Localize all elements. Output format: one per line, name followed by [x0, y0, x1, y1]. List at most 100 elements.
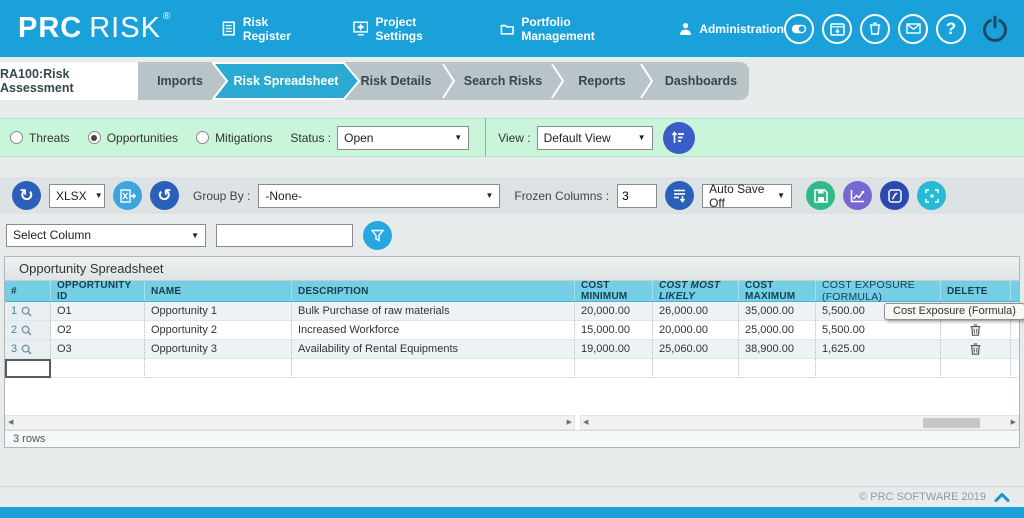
empty-cell[interactable]: [292, 359, 575, 378]
column-header-name[interactable]: NAME: [145, 281, 292, 301]
risk-type-filter-bar: Threats Opportunities Mitigations Status…: [0, 118, 1024, 157]
cell-cost-exposure[interactable]: 1,625.00: [816, 340, 941, 359]
cell-filler: [1011, 321, 1019, 340]
line-chart-icon: [850, 189, 865, 202]
empty-cell[interactable]: [739, 359, 816, 378]
copy-down-button[interactable]: [665, 181, 695, 210]
document-icon: [222, 21, 236, 36]
help-button[interactable]: ?: [936, 13, 966, 44]
tab-risk-spreadsheet-active[interactable]: Risk Spreadsheet: [212, 62, 360, 100]
scroll-left-arrow[interactable]: ◀: [583, 419, 588, 426]
group-by-select[interactable]: -None-: [258, 183, 501, 208]
radio-opportunities[interactable]: Opportunities: [87, 131, 178, 145]
autosave-select[interactable]: Auto Save Off: [702, 182, 793, 210]
frozen-pane-scrollbar[interactable]: ◀ ▶: [5, 415, 575, 430]
column-header-cost-minimum[interactable]: COST MINIMUM: [575, 280, 653, 302]
cell-cost-minimum[interactable]: 19,000.00: [575, 340, 653, 359]
nav-project-settings[interactable]: Project Settings: [353, 15, 464, 43]
cell-cost-maximum[interactable]: 25,000.00: [739, 321, 816, 340]
cell-cost-maximum[interactable]: 38,900.00: [739, 340, 816, 359]
cell-name[interactable]: Opportunity 2: [145, 321, 292, 340]
empty-cell[interactable]: [941, 359, 1011, 378]
column-header-cost-most-likely[interactable]: COST MOST LIKELY: [653, 280, 739, 302]
chart-view-button[interactable]: [843, 181, 873, 210]
delete-row-button[interactable]: [970, 324, 981, 336]
column-header-filler: [1011, 281, 1019, 301]
empty-cell[interactable]: [653, 359, 739, 378]
refresh-icon: ↻: [19, 186, 34, 205]
logo-prc: PRC: [18, 12, 83, 44]
nav-portfolio-management[interactable]: Portfolio Management: [500, 15, 643, 43]
tab-project-risk-assessment[interactable]: RA100:Risk Assessment: [0, 62, 138, 100]
cell-description[interactable]: Availability of Rental Equipments: [292, 340, 575, 359]
save-button[interactable]: [806, 181, 836, 210]
cell-description[interactable]: Increased Workforce: [292, 321, 575, 340]
cell-description[interactable]: Bulk Purchase of raw materials: [292, 302, 575, 321]
scroll-right-arrow[interactable]: ▶: [1011, 419, 1016, 426]
empty-cell[interactable]: [816, 359, 941, 378]
export-format-select[interactable]: XLSX: [49, 183, 105, 208]
radio-mitigations[interactable]: Mitigations: [196, 131, 272, 145]
column-header-description[interactable]: DESCRIPTION: [292, 281, 575, 301]
apply-filter-button[interactable]: [363, 220, 392, 250]
cell-cost-most-likely[interactable]: 26,000.00: [653, 302, 739, 321]
refresh-button[interactable]: ↻: [12, 181, 41, 210]
cell-cost-minimum[interactable]: 15,000.00: [575, 321, 653, 340]
cell-cost-maximum[interactable]: 35,000.00: [739, 302, 816, 321]
cell-cost-minimum[interactable]: 20,000.00: [575, 302, 653, 321]
tab-risk-details[interactable]: Risk Details: [350, 62, 442, 100]
nav-label: Portfolio Management: [521, 14, 595, 43]
tab-imports[interactable]: Imports: [138, 62, 222, 100]
recycle-bin-button[interactable]: [860, 13, 890, 44]
messages-button[interactable]: [898, 13, 928, 44]
scroll-right-arrow[interactable]: ▶: [567, 419, 572, 426]
delete-row-button[interactable]: [970, 343, 981, 355]
collapse-footer-button[interactable]: [994, 492, 1010, 503]
theme-toggle-button[interactable]: [784, 13, 814, 44]
logout-power-button[interactable]: [978, 12, 1012, 46]
cell-opportunity-id[interactable]: O3: [51, 340, 145, 359]
cell-opportunity-id[interactable]: O1: [51, 302, 145, 321]
spreadsheet-header-row: # OPPORTUNITY ID NAME DESCRIPTION COST M…: [5, 279, 1019, 303]
sort-views-button[interactable]: [662, 121, 695, 154]
status-select[interactable]: Open: [337, 125, 470, 150]
row-expand-cell[interactable]: 1: [5, 302, 51, 321]
scroll-left-arrow[interactable]: ◀: [8, 419, 13, 426]
undo-button[interactable]: ↺: [150, 181, 179, 210]
tab-dashboards[interactable]: Dashboards: [653, 62, 749, 100]
scrollbar-thumb[interactable]: [923, 418, 980, 428]
import-window-button[interactable]: [822, 13, 852, 44]
tab-reports[interactable]: Reports: [564, 62, 640, 100]
cell-cost-most-likely[interactable]: 20,000.00: [653, 321, 739, 340]
radio-threats[interactable]: Threats: [10, 131, 70, 145]
frozen-columns-input[interactable]: [617, 183, 658, 208]
view-select[interactable]: Default View: [536, 125, 653, 150]
select-region-button[interactable]: [917, 181, 947, 210]
column-header-cost-maximum[interactable]: COST MAXIMUM: [739, 280, 816, 302]
column-header-cost-exposure[interactable]: COST EXPOSURE (FORMULA): [816, 279, 941, 303]
cell-name[interactable]: Opportunity 3: [145, 340, 292, 359]
cell-cost-exposure[interactable]: 5,500.00: [816, 321, 941, 340]
empty-cell[interactable]: [145, 359, 292, 378]
cell-opportunity-id[interactable]: O2: [51, 321, 145, 340]
main-pane-scrollbar[interactable]: ◀ ▶: [580, 415, 1019, 430]
cell-name[interactable]: Opportunity 1: [145, 302, 292, 321]
selected-empty-cell[interactable]: [5, 359, 51, 378]
column-header-opportunity-id[interactable]: OPPORTUNITY ID: [51, 280, 145, 302]
nav-administration[interactable]: Administration: [679, 22, 784, 36]
cell-cost-most-likely[interactable]: 25,060.00: [653, 340, 739, 359]
column-header-index[interactable]: #: [5, 281, 51, 301]
row-expand-cell[interactable]: 2: [5, 321, 51, 340]
header-icon-group: ?: [784, 12, 1012, 46]
empty-cell[interactable]: [51, 359, 145, 378]
nav-risk-register[interactable]: Risk Register: [222, 15, 317, 43]
export-excel-button[interactable]: [113, 181, 142, 210]
column-filter-input[interactable]: [216, 223, 353, 247]
group-by-label: Group By :: [193, 188, 251, 203]
select-column-dropdown[interactable]: Select Column: [6, 223, 206, 247]
row-expand-cell[interactable]: 3: [5, 340, 51, 359]
tab-search-risks[interactable]: Search Risks: [455, 62, 551, 100]
column-header-delete[interactable]: DELETE: [941, 281, 1011, 301]
formula-editor-button[interactable]: [880, 181, 910, 210]
empty-cell[interactable]: [575, 359, 653, 378]
